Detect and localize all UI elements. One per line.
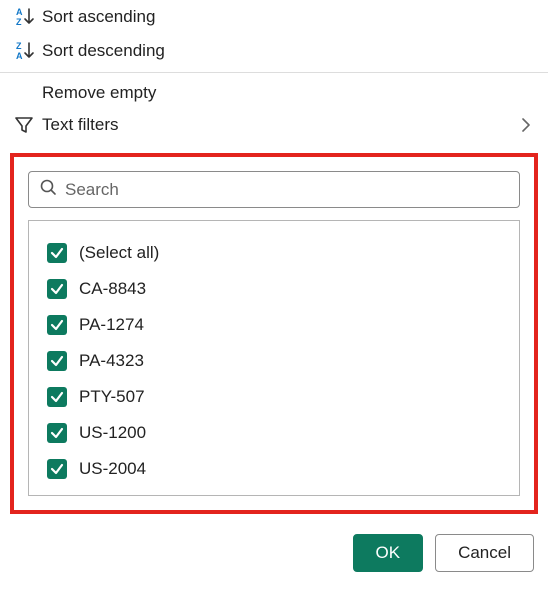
filter-value-label: US-1200: [79, 423, 146, 443]
svg-text:Z: Z: [16, 41, 22, 51]
search-box[interactable]: [28, 171, 520, 208]
dialog-buttons: OK Cancel: [0, 524, 548, 586]
sort-descending-label: Sort descending: [42, 41, 165, 61]
checkbox[interactable]: [47, 351, 67, 371]
filter-value-row[interactable]: PTY-507: [47, 379, 501, 415]
search-input[interactable]: [65, 180, 509, 200]
filter-value-row[interactable]: CA-8843: [47, 271, 501, 307]
svg-text:Z: Z: [16, 17, 22, 27]
filter-values-panel: (Select all) CA-8843 PA-1274 PA-4323 PTY…: [10, 153, 538, 514]
sort-asc-icon: A Z: [14, 6, 42, 28]
remove-empty-label: Remove empty: [42, 83, 156, 103]
text-filters-item[interactable]: Text filters: [0, 109, 548, 141]
chevron-right-icon: [518, 117, 534, 133]
checkbox[interactable]: [47, 315, 67, 335]
filter-value-label: US-2004: [79, 459, 146, 479]
sort-desc-icon: Z A: [14, 40, 42, 62]
filter-value-row[interactable]: US-2004: [47, 451, 501, 487]
remove-empty-item[interactable]: Remove empty: [0, 77, 548, 109]
filter-value-row[interactable]: PA-4323: [47, 343, 501, 379]
sort-ascending-label: Sort ascending: [42, 7, 155, 27]
divider: [0, 72, 548, 73]
svg-text:A: A: [16, 7, 23, 17]
filter-value-label: CA-8843: [79, 279, 146, 299]
filter-value-label: PTY-507: [79, 387, 145, 407]
filter-value-row[interactable]: (Select all): [47, 235, 501, 271]
filter-values-list: (Select all) CA-8843 PA-1274 PA-4323 PTY…: [28, 220, 520, 496]
funnel-icon: [14, 115, 42, 135]
checkbox[interactable]: [47, 423, 67, 443]
checkbox[interactable]: [47, 243, 67, 263]
cancel-button[interactable]: Cancel: [435, 534, 534, 572]
filter-value-label: PA-4323: [79, 351, 144, 371]
svg-text:A: A: [16, 51, 23, 61]
text-filters-label: Text filters: [42, 115, 119, 135]
checkbox[interactable]: [47, 459, 67, 479]
filter-value-row[interactable]: PA-1274: [47, 307, 501, 343]
filter-value-label: PA-1274: [79, 315, 144, 335]
filter-value-row[interactable]: US-1200: [47, 415, 501, 451]
sort-descending-item[interactable]: Z A Sort descending: [0, 34, 548, 68]
checkbox[interactable]: [47, 387, 67, 407]
search-icon: [39, 178, 57, 201]
ok-button[interactable]: OK: [353, 534, 424, 572]
sort-ascending-item[interactable]: A Z Sort ascending: [0, 0, 548, 34]
filter-value-label: (Select all): [79, 243, 159, 263]
checkbox[interactable]: [47, 279, 67, 299]
